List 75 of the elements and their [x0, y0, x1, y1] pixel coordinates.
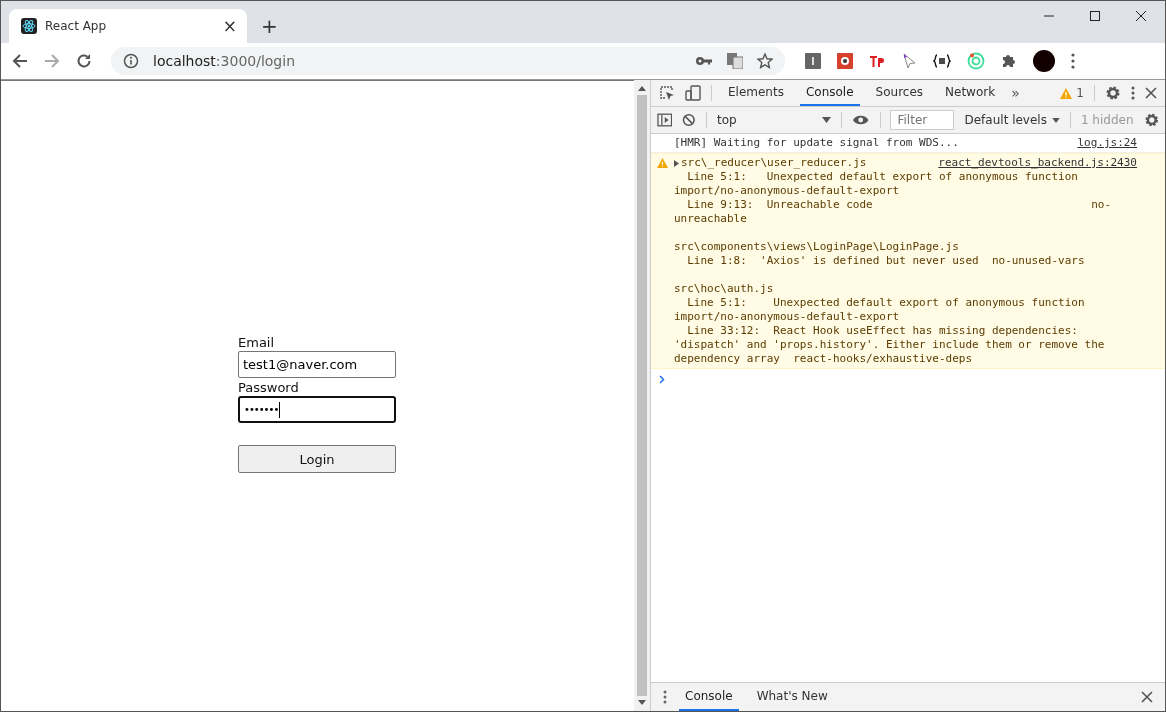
extension-icon[interactable] — [837, 53, 853, 69]
clear-icon[interactable] — [682, 113, 697, 127]
warning-line: import/no-anonymous-default-export — [674, 310, 901, 324]
password-label: Password — [238, 380, 300, 396]
star-icon[interactable] — [757, 53, 773, 69]
address-bar[interactable]: localhost:3000/login — [111, 47, 785, 75]
translate-icon[interactable] — [727, 53, 743, 69]
inspect-icon[interactable] — [659, 85, 675, 101]
devtools-tab[interactable]: Sources — [869, 80, 930, 106]
warning-line: Line 33:12: React Hook useEffect has missing dependencies: — [686, 324, 1079, 338]
warning-line: unreachable — [674, 212, 748, 226]
extension-icon[interactable] — [805, 53, 821, 69]
key-icon[interactable] — [695, 55, 713, 67]
warning-line: 'dispatch' and 'props.history'. Either include them or remove the — [674, 338, 1106, 352]
settings-icon[interactable] — [1105, 85, 1121, 101]
prompt-icon — [659, 375, 665, 384]
warning-icon — [657, 158, 668, 168]
source-link[interactable]: react_devtools_backend.js:2430 — [938, 156, 1137, 170]
drawer-tab[interactable]: What's New — [750, 683, 834, 711]
menu-icon[interactable] — [1071, 53, 1075, 69]
warning-counter[interactable]: 1 — [1060, 86, 1084, 100]
puzzle-icon[interactable] — [1001, 53, 1017, 69]
warning-line: Line 1:8: 'Axios' is defined but never used no-unused-vars — [686, 254, 1086, 268]
cursor-icon[interactable] — [901, 53, 917, 69]
menu-icon[interactable] — [1131, 86, 1135, 100]
close-icon[interactable] — [1135, 10, 1147, 22]
scroll-down-icon[interactable] — [638, 700, 646, 705]
back-icon[interactable] — [11, 52, 29, 70]
devtools-tab[interactable]: Elements — [722, 80, 790, 106]
maximize-icon[interactable] — [1089, 10, 1101, 22]
tab-title: React App — [45, 19, 108, 33]
password-field[interactable]: ••••••• — [238, 396, 396, 423]
login-button[interactable]: Login — [238, 445, 396, 473]
profile-avatar[interactable] — [1033, 50, 1055, 72]
filter-field[interactable]: Filter — [890, 110, 955, 130]
warning-title[interactable]: src\_reducer\user_reducer.js — [674, 156, 867, 170]
new-tab-button[interactable]: + — [261, 14, 278, 38]
sidebar-icon[interactable] — [657, 113, 673, 127]
dropdown-caret-icon — [1051, 117, 1060, 123]
warning-line: src\components\views\LoginPage\LoginPage.js — [674, 240, 960, 254]
url-text: localhost:3000/login — [153, 53, 295, 69]
warning-line: Line 5:1: Unexpected default export of anonymous function — [686, 296, 1086, 310]
close-icon[interactable] — [1141, 691, 1153, 703]
context-dropdown[interactable]: top — [717, 113, 832, 127]
settings-icon[interactable] — [1143, 112, 1159, 128]
close-tab-button[interactable]: × — [222, 16, 237, 36]
scrollbar[interactable] — [634, 80, 650, 711]
email-field[interactable]: test1@naver.com — [238, 351, 396, 378]
atom-icon — [21, 18, 37, 34]
expand-arrow-icon[interactable] — [674, 159, 679, 167]
source-link[interactable]: log.js:24 — [1077, 136, 1137, 150]
more-tabs-button[interactable]: » — [1011, 85, 1020, 101]
close-icon[interactable] — [1145, 87, 1157, 99]
levels-dropdown[interactable]: Default levels — [964, 113, 1060, 127]
warning-line: Line 5:1: Unexpected default export of anonymous function — [686, 170, 1079, 184]
device-icon[interactable] — [685, 85, 701, 101]
info-icon — [123, 53, 139, 69]
eye-icon[interactable] — [852, 114, 870, 126]
warning-line: import/no-anonymous-default-export — [674, 184, 901, 198]
braces-icon[interactable] — [933, 53, 951, 69]
dropdown-caret-icon — [822, 117, 832, 123]
hidden-count: 1 hidden — [1080, 113, 1134, 127]
warning-line: Line 9:13: Unreachable code no- — [686, 198, 1113, 212]
menu-icon[interactable] — [663, 690, 667, 704]
target-icon[interactable] — [967, 52, 985, 70]
reload-icon[interactable] — [75, 52, 93, 70]
devtools-tab[interactable]: Network — [939, 80, 1002, 106]
drawer-tab[interactable]: Console — [679, 683, 739, 711]
email-label: Email — [238, 335, 276, 351]
warning-line: dependency array react-hooks/exhaustive-deps — [674, 352, 973, 366]
warning-line: src\hoc\auth.js — [674, 282, 775, 296]
extension-icon[interactable] — [869, 53, 885, 69]
scroll-up-icon[interactable] — [638, 86, 646, 91]
log-message: [HMR] Waiting for update signal from WDS... — [674, 136, 959, 150]
browser-tab[interactable]: React App × — [9, 9, 247, 43]
